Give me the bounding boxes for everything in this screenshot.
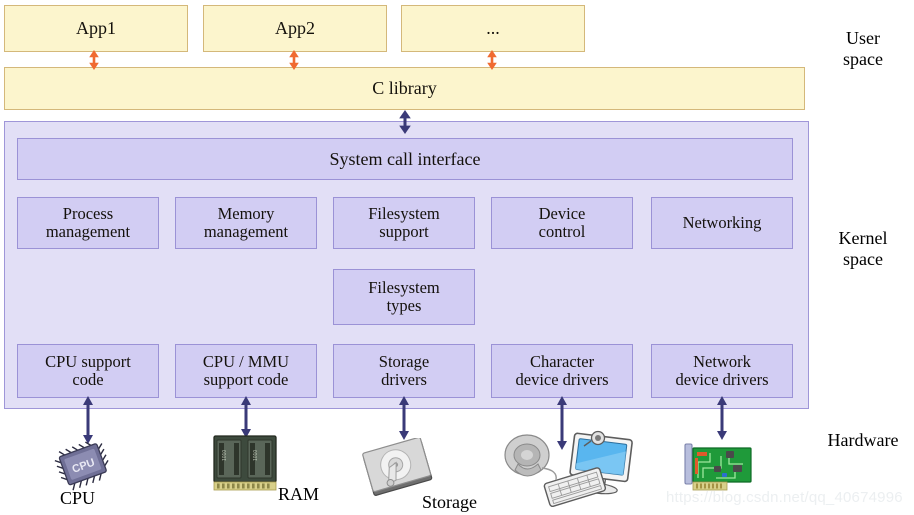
kernel-box-label: CPU support code [45,351,131,389]
kernel-box-filesystem-types: Filesystem types [333,269,475,325]
svg-text:1010: 1010 [222,450,228,461]
arrow-network-drivers-to-network-card [717,396,727,440]
kernel-box-label: Device control [538,203,586,241]
kernel-box-label: Storage drivers [378,351,430,389]
speaker-keyboard-monitor-icon [504,430,633,508]
app-box-app2: App2 [203,5,387,52]
app-box-ellipsis: ... [401,5,585,52]
kernel-box-character-device-drivers: Character device drivers [491,344,633,398]
side-label-hardware: Hardware [812,430,914,451]
ram-module-icon: 1010 1010 [213,435,277,491]
kernel-box-cpu-support-code: CPU support code [17,344,159,398]
c-library-label: C library [372,78,437,98]
side-label-kernel-space-text: Kernel space [838,228,888,270]
kernel-box-network-device-drivers: Network device drivers [651,344,793,398]
side-label-user-space: User space [820,28,906,70]
side-label-hardware-text: Hardware [827,430,899,450]
arrow-cpu-mmu-support-to-ram [241,396,251,438]
kernel-box-filesystem-support: Filesystem support [333,197,475,249]
kernel-box-label: Character device drivers [515,351,609,389]
kernel-box-label: Network device drivers [675,351,769,389]
arrow-clibrary-to-kernel [399,110,411,134]
watermark-text: https://blog.csdn.net/qq_40674996 [666,489,903,506]
cpu-chip-icon: CPU [54,441,109,491]
system-call-interface-box: System call interface [17,138,793,180]
kernel-box-storage-drivers: Storage drivers [333,344,475,398]
hardware-label-ram: RAM [278,484,320,504]
kernel-box-label: Filesystem types [368,277,440,315]
app-label: App1 [76,18,116,38]
kernel-box-cpu-mmu-support-code: CPU / MMU support code [175,344,317,398]
kernel-box-label: Process management [45,203,131,241]
c-library-box: C library [4,67,805,110]
side-label-user-space-text: User space [843,28,883,70]
app-label: App2 [275,18,315,38]
hardware-label-cpu: CPU [60,488,96,508]
side-label-kernel-space: Kernel space [820,228,906,270]
kernel-box-device-control: Device control [491,197,633,249]
arrow-app3-to-clibrary [487,50,497,70]
kernel-box-label: Networking [682,212,762,232]
arrow-cpu-support-to-cpu [83,396,93,444]
kernel-box-memory-management: Memory management [175,197,317,249]
app-label: ... [486,18,500,38]
arrow-app2-to-clibrary [289,50,299,70]
app-box-app1: App1 [4,5,188,52]
kernel-box-networking: Networking [651,197,793,249]
kernel-box-process-management: Process management [17,197,159,249]
kernel-box-label: CPU / MMU support code [202,351,290,389]
kernel-box-label: Memory management [203,203,289,241]
arrow-storage-drivers-to-storage [399,396,409,440]
hard-disk-icon [362,438,433,496]
network-card-icon [684,443,752,491]
diagram-canvas: App1 App2 ... C library System call inte… [0,0,914,515]
svg-text:1010: 1010 [253,450,259,461]
arrow-app1-to-clibrary [89,50,99,70]
kernel-box-label: Filesystem support [368,203,440,241]
hardware-label-storage: Storage [422,492,477,512]
system-call-interface-label: System call interface [329,148,481,169]
